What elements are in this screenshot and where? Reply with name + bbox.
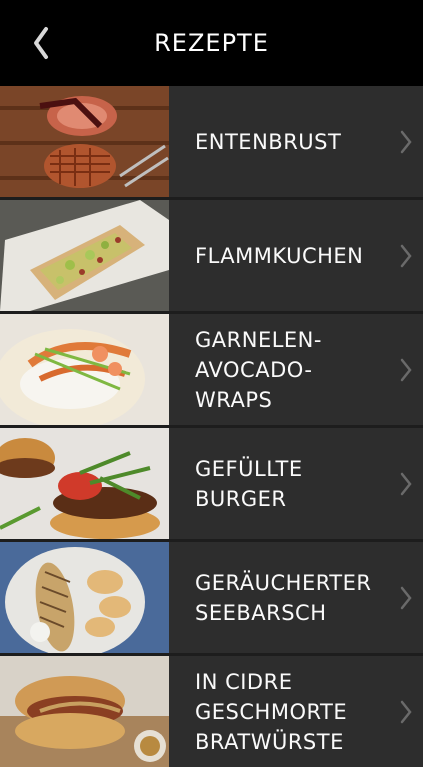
bratwurst-photo [0, 656, 169, 767]
burger-photo [0, 428, 169, 539]
recipe-label-line: GERÄUCHERTER [195, 570, 372, 595]
recipe-row-bratwuerste[interactable]: IN CIDRE GESCHMORTE BRATWÜRSTE [0, 656, 423, 767]
recipe-row-entenbrust[interactable]: ENTENBRUST [0, 86, 423, 200]
chevron-right-icon [400, 472, 412, 495]
recipe-label-line: SEEBARSCH [195, 600, 327, 625]
chevron-right-icon [400, 586, 412, 609]
recipe-label-line: AVOCADO-WRAPS [195, 357, 313, 412]
flammkuchen-photo [0, 200, 169, 311]
chevron-right-icon [400, 700, 412, 723]
chevron-right-icon [400, 130, 412, 153]
recipe-label: GEFÜLLTE BURGER [169, 428, 423, 539]
recipe-row-geraeucherter-seebarsch[interactable]: GERÄUCHERTER SEEBARSCH [0, 542, 423, 656]
recipe-row-gefuellte-burger[interactable]: GEFÜLLTE BURGER [0, 428, 423, 542]
recipe-label-line: FLAMMKUCHEN [195, 243, 364, 268]
recipe-label-line: GARNELEN- [195, 327, 322, 352]
recipe-label-line: GESCHMORTE [195, 699, 348, 724]
chevron-left-icon [34, 27, 48, 59]
recipe-label: FLAMMKUCHEN [169, 200, 423, 311]
recipe-list: ENTENBRUST FLAMMKUCHEN GARNELEN- AVOCADO… [0, 86, 423, 767]
recipe-label-line: GEFÜLLTE BURGER [195, 456, 303, 511]
chevron-right-icon [400, 244, 412, 267]
recipe-label: ENTENBRUST [169, 86, 423, 197]
duck-breast-photo [0, 86, 169, 197]
page-title: REZEPTE [154, 29, 269, 57]
recipe-label-line: ENTENBRUST [195, 129, 342, 154]
recipe-label-line: IN CIDRE [195, 669, 293, 694]
recipe-label-line: BRATWÜRSTE [195, 729, 344, 754]
back-button[interactable] [26, 24, 56, 62]
shrimp-wrap-photo [0, 314, 169, 425]
recipe-label: IN CIDRE GESCHMORTE BRATWÜRSTE [169, 656, 423, 767]
recipe-row-garnelen-avocado-wraps[interactable]: GARNELEN- AVOCADO-WRAPS [0, 314, 423, 428]
recipe-label: GARNELEN- AVOCADO-WRAPS [169, 314, 423, 425]
chevron-right-icon [400, 358, 412, 381]
recipe-row-flammkuchen[interactable]: FLAMMKUCHEN [0, 200, 423, 314]
nav-bar: REZEPTE [0, 0, 423, 86]
smoked-fish-photo [0, 542, 169, 653]
recipe-label: GERÄUCHERTER SEEBARSCH [169, 542, 423, 653]
